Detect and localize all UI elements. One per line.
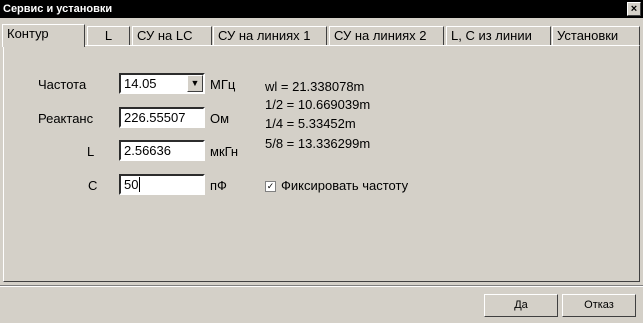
- inductance-field[interactable]: 2.56636: [119, 140, 205, 161]
- reactance-label: Реактанс: [38, 111, 94, 126]
- tab-label: СУ на линиях 1: [218, 28, 311, 43]
- tab-label: СУ на LC: [137, 28, 193, 43]
- result-five-eighths-wave: 5/8 = 13.336299m: [265, 136, 371, 151]
- reactance-field[interactable]: 226.55507: [119, 107, 205, 128]
- tab-su-lc[interactable]: СУ на LC: [132, 26, 212, 46]
- tab-su-lines-2[interactable]: СУ на линиях 2: [329, 26, 444, 46]
- reactance-unit: Ом: [210, 111, 230, 126]
- tab-kontur[interactable]: Контур: [2, 24, 85, 47]
- capacitance-unit: пФ: [210, 178, 227, 193]
- fix-frequency-label[interactable]: Фиксировать частоту: [281, 178, 408, 193]
- result-wavelength: wl = 21.338078m: [265, 79, 365, 94]
- dialog-window: Сервис и установки × Контур L СУ на LC С…: [0, 0, 643, 323]
- tab-l[interactable]: L: [87, 26, 130, 46]
- check-icon: ✓: [266, 181, 275, 191]
- freq-combo[interactable]: 14.05 ▼: [119, 73, 205, 94]
- close-button[interactable]: ×: [627, 2, 641, 16]
- result-quarter-wave: 1/4 = 5.33452m: [265, 116, 356, 131]
- inductance-value: 2.56636: [124, 143, 171, 158]
- window-title: Сервис и установки: [3, 3, 113, 15]
- ok-button[interactable]: Да: [484, 294, 558, 317]
- tab-settings[interactable]: Установки: [552, 26, 640, 46]
- tab-label: L: [104, 28, 113, 43]
- result-half-wave: 1/2 = 10.669039m: [265, 97, 371, 112]
- tab-label: Контур: [7, 26, 49, 41]
- capacitance-value: 50: [124, 177, 139, 192]
- footer-divider: [0, 285, 643, 287]
- tab-label: СУ на линиях 2: [334, 28, 427, 43]
- freq-label: Частота: [38, 77, 87, 92]
- capacitance-field[interactable]: 50: [119, 174, 205, 195]
- close-icon: ×: [630, 3, 638, 15]
- tab-strip: Контур L СУ на LC СУ на линиях 1 СУ на л…: [0, 24, 643, 47]
- cancel-button[interactable]: Отказ: [562, 294, 636, 317]
- text-cursor: [139, 177, 145, 192]
- fix-frequency-checkbox[interactable]: ✓: [265, 181, 276, 192]
- freq-unit: МГц: [210, 77, 236, 92]
- tab-label: L, C из линии: [451, 28, 532, 43]
- tab-label: Установки: [557, 28, 619, 43]
- tab-su-lines-1[interactable]: СУ на линиях 1: [213, 26, 327, 46]
- inductance-unit: мкГн: [210, 144, 239, 159]
- chevron-down-icon[interactable]: ▼: [187, 75, 203, 92]
- reactance-value: 226.55507: [124, 110, 186, 125]
- title-bar[interactable]: Сервис и установки ×: [0, 0, 643, 18]
- capacitance-label: C: [88, 178, 98, 193]
- freq-value: 14.05: [124, 76, 157, 91]
- inductance-label: L: [87, 144, 95, 159]
- tab-lc-from-line[interactable]: L, C из линии: [446, 26, 551, 46]
